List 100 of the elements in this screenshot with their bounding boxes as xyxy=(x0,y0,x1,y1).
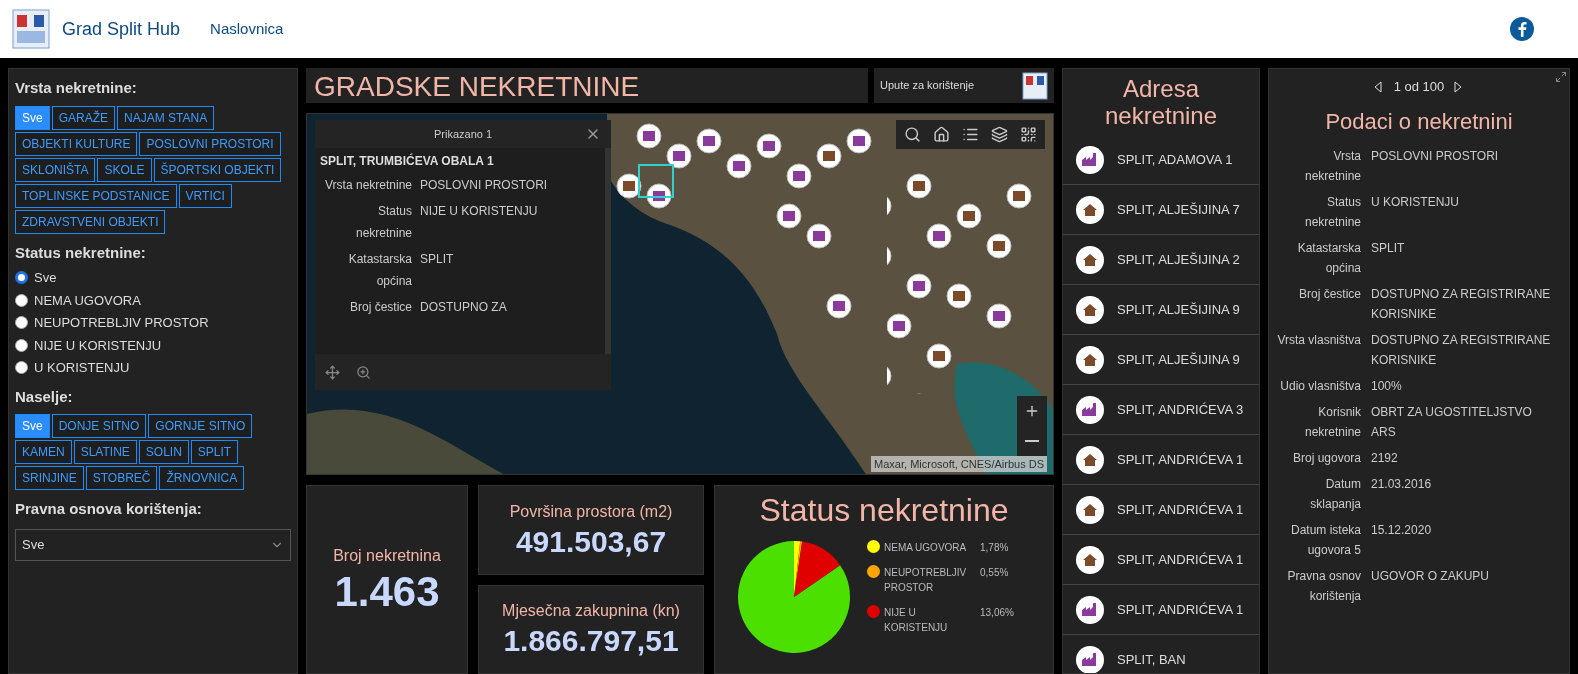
panel-title: Adresa nekretnine xyxy=(1103,74,1219,131)
field-value: U KORISTENJU xyxy=(1371,193,1460,211)
address-list-item[interactable]: SPLIT, BAN xyxy=(1063,635,1259,673)
legend-value: 0,55% xyxy=(980,566,1009,580)
filter-chip[interactable]: OBJEKTI KULTURE xyxy=(15,131,138,156)
field-value: 100% xyxy=(1371,377,1403,395)
filter-chip[interactable]: SPLIT xyxy=(190,440,239,464)
section-heading: Pravna osnova korištenja: xyxy=(15,499,203,519)
help-link[interactable]: Upute za korištenje xyxy=(880,77,975,94)
search-icon[interactable] xyxy=(904,126,921,143)
filter-chip[interactable]: Sve xyxy=(15,414,50,438)
filter-chip[interactable]: KAMEN xyxy=(15,440,72,464)
filter-chip[interactable]: GARAŽE xyxy=(51,105,116,130)
field-value: UGOVOR O ZAKUPU xyxy=(1371,567,1490,585)
house-marker-icon xyxy=(1075,444,1105,475)
filter-chip[interactable]: GORNJE SITNO xyxy=(148,414,253,438)
pager-text: 1 od 100 xyxy=(1393,78,1445,96)
previous-button[interactable] xyxy=(1373,79,1384,94)
house-marker-icon xyxy=(1075,544,1105,575)
radio-button[interactable] xyxy=(15,338,28,352)
stat-value: 1.463 xyxy=(334,567,440,616)
filter-chip[interactable]: ZDRAVSTVENI OBJEKTI xyxy=(15,209,166,234)
filter-chip[interactable]: TOPLINSKE PODSTANICE xyxy=(15,183,177,208)
house-marker-icon xyxy=(1075,494,1105,525)
filter-chip[interactable]: SKLONIŠTA xyxy=(15,157,96,182)
field-label: Datum sklapanja xyxy=(1309,475,1361,513)
radio-label: U KORISTENJU xyxy=(34,359,130,377)
radio-label: NIJE U KORISTENJU xyxy=(34,336,162,355)
filter-chip[interactable]: VRTICI xyxy=(178,183,232,208)
section-heading: Vrsta nekretnine: xyxy=(15,78,138,98)
layers-icon[interactable] xyxy=(991,126,1008,143)
filter-chip[interactable]: DONJE SITNO xyxy=(51,414,147,438)
panel-title: Podaci o nekretnini xyxy=(1325,107,1513,136)
filter-chip[interactable]: ŽRNOVNICA xyxy=(159,466,245,490)
filter-chip[interactable]: NAJAM STANA xyxy=(117,105,215,130)
house-marker-icon xyxy=(1075,194,1105,225)
radio-button[interactable] xyxy=(15,316,28,330)
radio-button[interactable] xyxy=(15,293,28,307)
stat-label: Broj nekretnina xyxy=(333,545,441,566)
filter-chip[interactable]: SOLIN xyxy=(138,440,189,464)
zoom-out-button[interactable] xyxy=(1017,426,1047,456)
legend-label: NIJE U KORISTENJU xyxy=(884,606,949,635)
pan-icon[interactable] xyxy=(325,364,340,380)
field-value: 2192 xyxy=(1371,449,1399,467)
house-marker-icon xyxy=(1075,244,1105,275)
filter-chip[interactable]: Sve xyxy=(15,105,50,130)
city-crest-icon xyxy=(12,9,50,49)
filter-chip[interactable]: SKOLE xyxy=(97,157,152,182)
field-label: Vrsta nekretnine xyxy=(324,177,412,194)
stat-label: Mjesečna zakupnina (kn) xyxy=(502,601,680,622)
filter-chip[interactable]: SLATINE xyxy=(73,440,137,464)
home-icon[interactable] xyxy=(933,126,950,143)
address-list-item[interactable]: SPLIT, ALJEŠIJINA 9 xyxy=(1063,285,1259,335)
factory-marker-icon xyxy=(1075,594,1105,625)
field-value: DOSTUPNO ZA REGISTRIRANE KORISNIKE xyxy=(1371,331,1551,369)
radio-label: Sve xyxy=(34,269,57,287)
address-list-item[interactable]: SPLIT, ANDRIĆEVA 1 xyxy=(1063,535,1259,585)
radio-label: NEMA UGOVORA xyxy=(34,291,141,310)
zoom-in-button[interactable] xyxy=(1017,396,1047,426)
field-label: Vrsta vlasništva xyxy=(1276,331,1361,349)
address-list-item[interactable]: SPLIT, ANDRIĆEVA 1 xyxy=(1063,585,1259,635)
address-list-item[interactable]: SPLIT, ADAMOVA 1 xyxy=(1063,135,1259,185)
radio-button[interactable] xyxy=(15,271,28,285)
field-label: Pravna osnov korištenja xyxy=(1286,567,1361,605)
dashboard-title: GRADSKE NEKRETNINE xyxy=(314,71,640,103)
field-value: POSLOVNI PROSTORI xyxy=(1371,147,1500,165)
select-field[interactable]: Sve xyxy=(15,528,291,561)
popup-title: Prikazano 1 xyxy=(433,126,493,142)
house-marker-icon xyxy=(1075,344,1105,375)
field-label: Status nekretnine xyxy=(1303,193,1361,231)
zoom-to-icon[interactable] xyxy=(356,364,371,380)
address-list-item[interactable]: SPLIT, ALJEŠIJINA 9 xyxy=(1063,335,1259,385)
field-value: OBRT ZA UGOSTITELJSTVO ARS xyxy=(1371,403,1533,441)
field-label: Status nekretnine xyxy=(354,203,412,242)
minus-icon xyxy=(1025,440,1039,442)
expand-icon[interactable] xyxy=(1555,71,1567,83)
field-label: Vrsta nekretnine xyxy=(1303,147,1361,185)
field-value: SPLIT xyxy=(420,251,455,268)
field-value: 21.03.2016 xyxy=(1371,475,1433,493)
facebook-icon[interactable] xyxy=(1510,17,1534,41)
radio-button[interactable] xyxy=(15,361,28,375)
field-label: Udio vlasništva xyxy=(1279,377,1361,395)
field-label: Broj čestice xyxy=(348,299,412,316)
filter-chip[interactable]: SRINJINE xyxy=(15,466,84,490)
address-list-item[interactable]: SPLIT, ANDRIĆEVA 1 xyxy=(1063,435,1259,485)
nav-link[interactable]: Naslovnica xyxy=(210,17,284,41)
list-icon[interactable] xyxy=(962,126,979,143)
field-value: 15.12.2020 xyxy=(1371,521,1433,539)
filter-chip[interactable]: STOBREČ xyxy=(85,466,158,490)
section-heading: Status nekretnine: xyxy=(15,242,147,263)
factory-marker-icon xyxy=(1075,144,1105,175)
filter-chip[interactable]: ŠPORTSKI OBJEKTI xyxy=(153,157,282,182)
address-list-item[interactable]: SPLIT, ALJEŠIJINA 2 xyxy=(1063,235,1259,285)
filter-chip[interactable]: POSLOVNI PROSTORI xyxy=(139,131,281,156)
address-list-item[interactable]: SPLIT, ALJEŠIJINA 7 xyxy=(1063,185,1259,235)
address-list-item[interactable]: SPLIT, ANDRIĆEVA 1 xyxy=(1063,485,1259,535)
grid-icon[interactable] xyxy=(1020,126,1037,143)
legend-label: NEUPOTREBLJIV PROSTOR xyxy=(884,566,968,595)
legend-value: 1,78% xyxy=(980,541,1009,555)
address-list-item[interactable]: SPLIT, ANDRIĆEVA 3 xyxy=(1063,385,1259,435)
